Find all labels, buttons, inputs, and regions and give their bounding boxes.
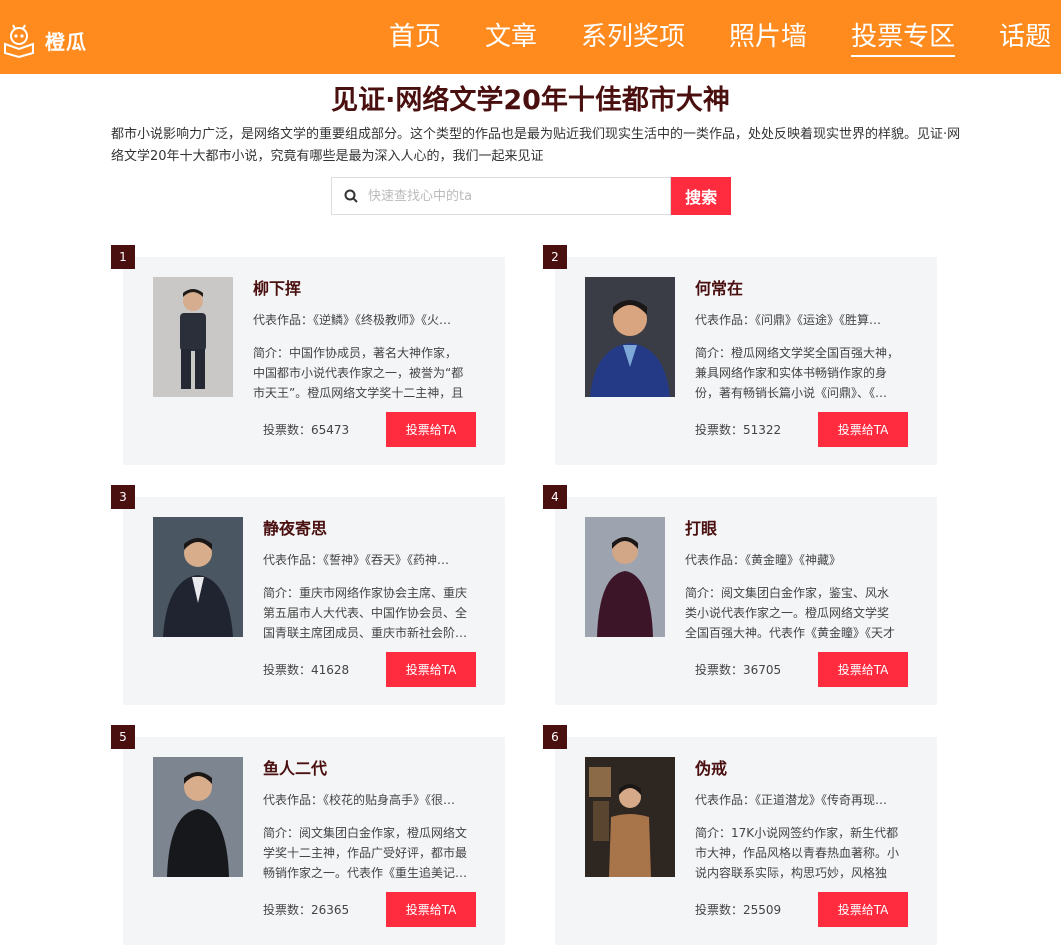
candidate-bio: 简介：阅文集团白金作家，鉴宝、风水类小说代表作家之一。橙瓜网络文学奖全国百强大神… <box>685 586 896 640</box>
candidate-card: 鱼人二代 代表作品：《校花的贴身高手》《很… 简介：阅文集团白金作家，橙瓜网络文… <box>123 737 505 945</box>
candidate-works: 代表作品：《黄金瞳》《神藏》 <box>685 553 842 567</box>
rank-badge: 5 <box>111 725 135 749</box>
vote-button[interactable]: 投票给TA <box>386 892 476 927</box>
page-intro: 都市小说影响力广泛，是网络文学的重要组成部分。这个类型的作品也是最为贴近我们现实… <box>111 127 961 164</box>
candidate-bio: 简介：中国作协成员，著名大神作家，中国都市小说代表作家之一，被誉为“都市天王”。… <box>253 346 464 400</box>
candidate-card: 柳下挥 代表作品：《逆鳞》《终极教师》《火… 简介：中国作协成员，著名大神作家，… <box>123 257 505 465</box>
candidate-bio: 简介：阅文集团白金作家，橙瓜网络文学奖十二主神，作品广受好评，都市最畅销作家之一… <box>263 826 468 880</box>
candidate-works: 代表作品：《校花的贴身高手》《很… <box>263 793 456 807</box>
vote-count: 投票数：65473 <box>263 423 350 437</box>
logo-text: 橙瓜 <box>45 29 87 54</box>
rank-badge: 4 <box>543 485 567 509</box>
candidate-photo <box>153 757 243 877</box>
candidate-works: 代表作品：《誓神》《吞天》《药神… <box>263 553 450 567</box>
candidate-works: 代表作品：《逆鳞》《终极教师》《火… <box>253 313 452 327</box>
book-icon <box>4 24 34 58</box>
candidate-card: 何常在 代表作品：《问鼎》《运途》《胜算… 简介：橙瓜网络文学奖全国百强大神，兼… <box>555 257 937 465</box>
rank-badge: 2 <box>543 245 567 269</box>
nav-articles[interactable]: 文章 <box>485 0 537 74</box>
page-title: 见证·网络文学20年十佳都市大神 <box>331 85 730 116</box>
top-header: 橙瓜 首页 文章 系列奖项 照片墙 投票专区 话题 <box>0 0 1061 74</box>
search-bar: 搜索 <box>331 177 731 215</box>
rank-badge: 6 <box>543 725 567 749</box>
vote-count: 投票数：26365 <box>263 903 350 917</box>
nav-voting[interactable]: 投票专区 <box>851 0 956 74</box>
nav-home[interactable]: 首页 <box>389 0 441 74</box>
candidate-works: 代表作品：《正道潜龙》《传奇再现… <box>695 793 888 807</box>
main-nav: 首页 文章 系列奖项 照片墙 投票专区 话题 <box>389 0 1061 74</box>
search-button[interactable]: 搜索 <box>671 177 731 215</box>
candidate-card: 静夜寄思 代表作品：《誓神》《吞天》《药神… 简介：重庆市网络作家协会主席、重庆… <box>123 497 505 705</box>
candidate-card: 伪戒 代表作品：《正道潜龙》《传奇再现… 简介：17K小说网签约作家，新生代都市… <box>555 737 937 945</box>
nav-topics[interactable]: 话题 <box>999 0 1051 74</box>
nav-awards[interactable]: 系列奖项 <box>581 0 685 74</box>
rank-badge: 1 <box>111 245 135 269</box>
site-logo[interactable]: 橙瓜 <box>0 20 87 60</box>
search-box <box>331 177 672 215</box>
candidate-name: 何常在 <box>695 279 744 298</box>
search-icon <box>344 189 358 203</box>
vote-count: 投票数：41628 <box>263 663 350 677</box>
vote-button[interactable]: 投票给TA <box>818 652 908 687</box>
vote-button[interactable]: 投票给TA <box>386 412 476 447</box>
vote-button[interactable]: 投票给TA <box>386 652 476 687</box>
nav-photo-wall[interactable]: 照片墙 <box>729 0 807 74</box>
candidate-photo <box>585 277 675 397</box>
rank-badge: 3 <box>111 485 135 509</box>
search-input[interactable] <box>366 187 660 205</box>
vote-button[interactable]: 投票给TA <box>818 892 908 927</box>
vote-count: 投票数：36705 <box>695 663 782 677</box>
vote-button[interactable]: 投票给TA <box>818 412 908 447</box>
candidate-card: 打眼 代表作品：《黄金瞳》《神藏》 简介：阅文集团白金作家，鉴宝、风水类小说代表… <box>555 497 937 705</box>
vote-count: 投票数：25509 <box>695 903 782 917</box>
candidate-bio: 简介：橙瓜网络文学奖全国百强大神，兼具网络作家和实体书畅销作家的身份，著有畅销长… <box>695 346 900 400</box>
candidate-name: 伪戒 <box>695 759 728 778</box>
vote-count: 投票数：51322 <box>695 423 782 437</box>
candidate-photo <box>153 277 233 397</box>
candidate-photo <box>153 517 243 637</box>
candidate-bio: 简介：17K小说网签约作家，新生代都市大神，作品风格以青春热血著称。小说内容联系… <box>695 826 900 880</box>
candidate-name: 鱼人二代 <box>263 759 328 778</box>
candidate-photo <box>585 757 675 877</box>
candidate-works: 代表作品：《问鼎》《运途》《胜算… <box>695 313 882 327</box>
candidate-name: 静夜寄思 <box>263 519 328 538</box>
candidate-bio: 简介：重庆市网络作家协会主席、重庆第五届市人大代表、中国作协会员、全国青联主席团… <box>263 586 468 640</box>
candidate-name: 柳下挥 <box>253 279 302 298</box>
candidate-photo <box>585 517 665 637</box>
candidate-name: 打眼 <box>685 519 718 538</box>
